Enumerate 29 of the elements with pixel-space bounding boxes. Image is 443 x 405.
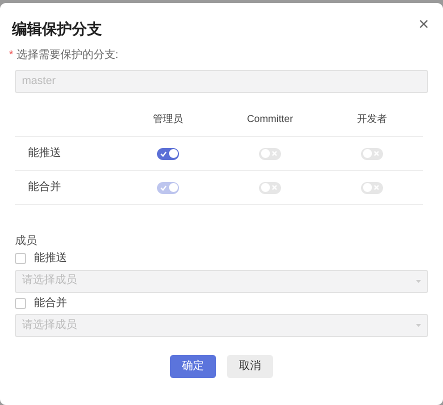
confirm-button[interactable]: 确定 (170, 354, 216, 378)
toggle-switch[interactable] (361, 182, 383, 194)
caret-icon (416, 280, 421, 283)
toggle-switch[interactable] (157, 148, 179, 160)
row-label: 能合并 (15, 171, 117, 206)
caret-icon (416, 324, 421, 327)
column-header: 开发者 (321, 103, 423, 138)
cross-icon (374, 151, 379, 156)
check-icon (160, 184, 167, 191)
cross-icon (374, 185, 379, 190)
cancel-button[interactable]: 取消 (227, 354, 273, 378)
close-button[interactable]: × (416, 15, 431, 33)
toggle-switch[interactable] (259, 148, 281, 160)
checkbox-label: 能合并 (34, 296, 67, 310)
cross-icon (272, 151, 277, 156)
required-mark: * (9, 49, 14, 61)
toggle-switch[interactable] (361, 148, 383, 160)
column-header: Committer (219, 103, 321, 138)
column-header: 管理员 (117, 103, 219, 138)
dialog-title: 编辑保护分支 (12, 21, 102, 39)
section-label: 成员 (15, 235, 38, 248)
cross-icon (272, 185, 277, 190)
placeholder-text: 请选择成员 (22, 274, 77, 288)
toggle-switch[interactable] (259, 182, 281, 194)
field-label: 选择需要保护的分支: (16, 49, 118, 61)
check-icon (160, 150, 167, 157)
placeholder-text: 请选择成员 (22, 318, 77, 332)
checkbox-label: 能推送 (34, 252, 67, 266)
row-label: 能推送 (15, 137, 117, 172)
